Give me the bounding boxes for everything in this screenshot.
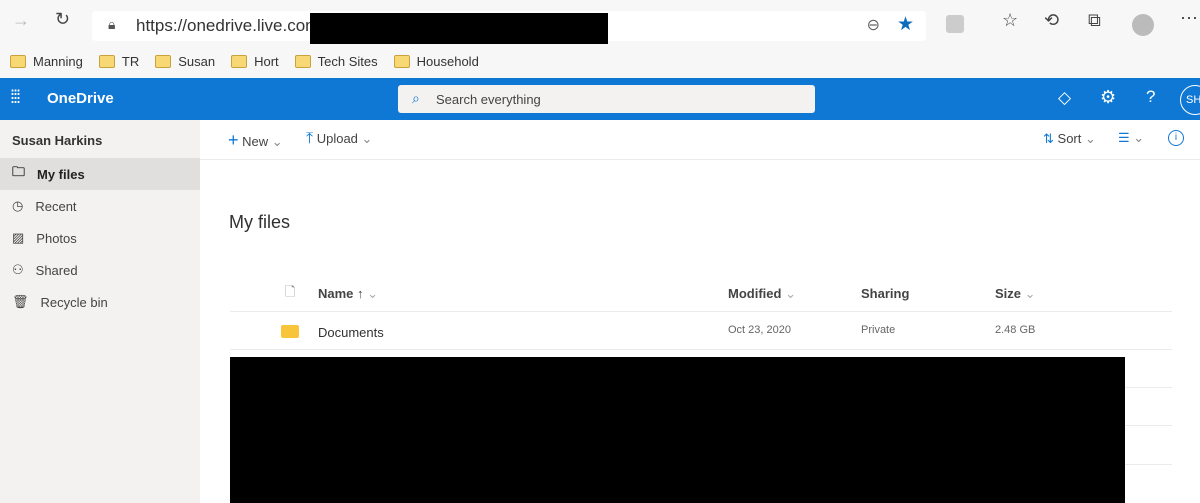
- folder-icon: [281, 325, 299, 338]
- file-name[interactable]: Documents: [318, 325, 384, 340]
- table-row[interactable]: Documents Oct 23, 2020 Private 2.48 GB: [230, 312, 1172, 350]
- app-name[interactable]: OneDrive: [47, 90, 114, 107]
- table-header: 🗋︎ Name ↑ ⌄ Modified ⌄ Sharing Size ⌄: [230, 274, 1172, 312]
- bookmark-label: Tech Sites: [317, 53, 378, 69]
- sort-icon: ⇅: [1043, 131, 1054, 146]
- app-launcher-icon[interactable]: ⁞⁞⁞: [10, 87, 21, 108]
- new-label: New: [242, 134, 269, 149]
- folder-outline-icon: 🗀︎: [12, 164, 26, 179]
- premium-diamond-icon[interactable]: ◇: [1058, 88, 1071, 108]
- sidebar-item-label: My files: [37, 166, 85, 182]
- collections-icon[interactable]: ⧉: [1088, 10, 1101, 31]
- bookmark-label: Household: [416, 53, 479, 69]
- column-size[interactable]: Size ⌄: [995, 286, 1036, 302]
- sidebar-item-recent[interactable]: ◷ Recent: [0, 190, 200, 222]
- file-size: 2.48 GB: [995, 324, 1036, 336]
- lock-icon: 🔒︎: [108, 16, 116, 32]
- refresh-icon[interactable]: ↻: [55, 9, 70, 30]
- view-options-button[interactable]: ☰ ⌄: [1118, 130, 1144, 146]
- photo-icon: ▨: [12, 230, 25, 245]
- bookmark-hort[interactable]: Hort: [231, 54, 279, 69]
- zoom-icon[interactable]: ⊖: [867, 15, 880, 35]
- bookmarks-bar: Manning TR Susan Hort Tech Sites Househo…: [0, 44, 1200, 78]
- page-title: My files: [229, 212, 291, 232]
- browser-toolbar: → ↻ 🔒︎ https://onedrive.live.com ⊖ ★ ☆ ⟲…: [0, 0, 1200, 46]
- help-icon[interactable]: ?: [1146, 87, 1155, 107]
- folder-icon: [155, 54, 172, 68]
- sidebar-item-label: Recent: [35, 198, 77, 214]
- favorites-icon[interactable]: ☆: [1002, 10, 1018, 31]
- history-icon[interactable]: ⟲: [1044, 10, 1059, 31]
- column-modified[interactable]: Modified ⌄: [728, 286, 796, 302]
- column-sharing[interactable]: Sharing: [861, 286, 909, 301]
- bookmark-tr[interactable]: TR: [98, 53, 140, 69]
- folder-icon: [393, 54, 410, 68]
- command-bar: + New ⌄ ⤒ Upload ⌄ ⇅ Sort ⌄ ☰ ⌄ i: [200, 120, 1200, 160]
- favorite-star-icon[interactable]: ★: [897, 13, 914, 36]
- sidebar: Susan Harkins 🗀︎ My files ◷ Recent ▨ Photos…: [0, 120, 200, 503]
- sort-button[interactable]: ⇅ Sort ⌄: [1043, 131, 1096, 147]
- folder-icon: [10, 54, 26, 68]
- extension-icon[interactable]: [946, 15, 964, 33]
- search-input[interactable]: ⌕ Search everything: [398, 85, 815, 113]
- sidebar-item-shared[interactable]: ⚇ Shared: [0, 254, 200, 286]
- file-type-icon: 🗋︎: [285, 284, 296, 299]
- redacted-rows: [230, 357, 1125, 503]
- people-icon: ⚇: [12, 262, 24, 277]
- sidebar-item-label: Recycle bin: [40, 294, 108, 310]
- column-label: Name ↑: [318, 286, 364, 301]
- forward-icon[interactable]: →: [12, 10, 30, 31]
- search-placeholder: Search everything: [436, 91, 541, 107]
- sort-label: Sort: [1057, 131, 1082, 146]
- folder-icon: [231, 54, 248, 68]
- file-modified: Oct 23, 2020: [728, 324, 791, 336]
- bookmark-manning[interactable]: Manning: [10, 54, 83, 69]
- avatar[interactable]: SH: [1180, 85, 1200, 115]
- profile-icon[interactable]: [1132, 14, 1154, 36]
- clock-icon: ◷: [12, 198, 24, 213]
- user-name: Susan Harkins: [12, 133, 103, 148]
- plus-icon: +: [228, 130, 239, 150]
- bookmark-label: TR: [121, 53, 140, 69]
- search-icon: ⌕: [412, 90, 420, 106]
- file-sharing: Private: [861, 324, 896, 336]
- column-label: Size: [995, 286, 1022, 301]
- bookmark-label: Manning: [33, 53, 83, 69]
- sidebar-item-label: Shared: [35, 262, 78, 278]
- column-label: Modified: [728, 286, 782, 301]
- new-button[interactable]: + New ⌄: [228, 130, 283, 151]
- info-icon[interactable]: i: [1168, 130, 1184, 146]
- bookmark-label: Susan: [178, 53, 216, 69]
- bookmark-susan[interactable]: Susan: [155, 54, 215, 69]
- upload-arrow-icon: ⤒: [306, 130, 314, 147]
- folder-icon: [98, 54, 115, 68]
- sidebar-item-my-files[interactable]: 🗀︎ My files: [0, 158, 200, 190]
- trash-icon: 🗑︎: [12, 294, 29, 309]
- folder-icon: [294, 54, 311, 68]
- more-icon[interactable]: ⋯: [1180, 8, 1198, 29]
- bookmark-tech-sites[interactable]: Tech Sites: [294, 53, 378, 69]
- sidebar-item-label: Photos: [36, 230, 77, 246]
- sidebar-item-recycle-bin[interactable]: 🗑︎ Recycle bin: [0, 286, 200, 318]
- bookmark-label: Hort: [254, 53, 279, 69]
- column-name[interactable]: Name ↑ ⌄: [318, 286, 378, 302]
- settings-gear-icon[interactable]: ⚙: [1100, 87, 1116, 108]
- bookmark-household[interactable]: Household: [393, 53, 479, 69]
- upload-label: Upload: [316, 131, 358, 146]
- redacted-url: [310, 13, 608, 46]
- sidebar-item-photos[interactable]: ▨ Photos: [0, 222, 200, 254]
- url-text: https://onedrive.live.com: [136, 16, 320, 35]
- upload-button[interactable]: ⤒ Upload ⌄: [306, 130, 372, 148]
